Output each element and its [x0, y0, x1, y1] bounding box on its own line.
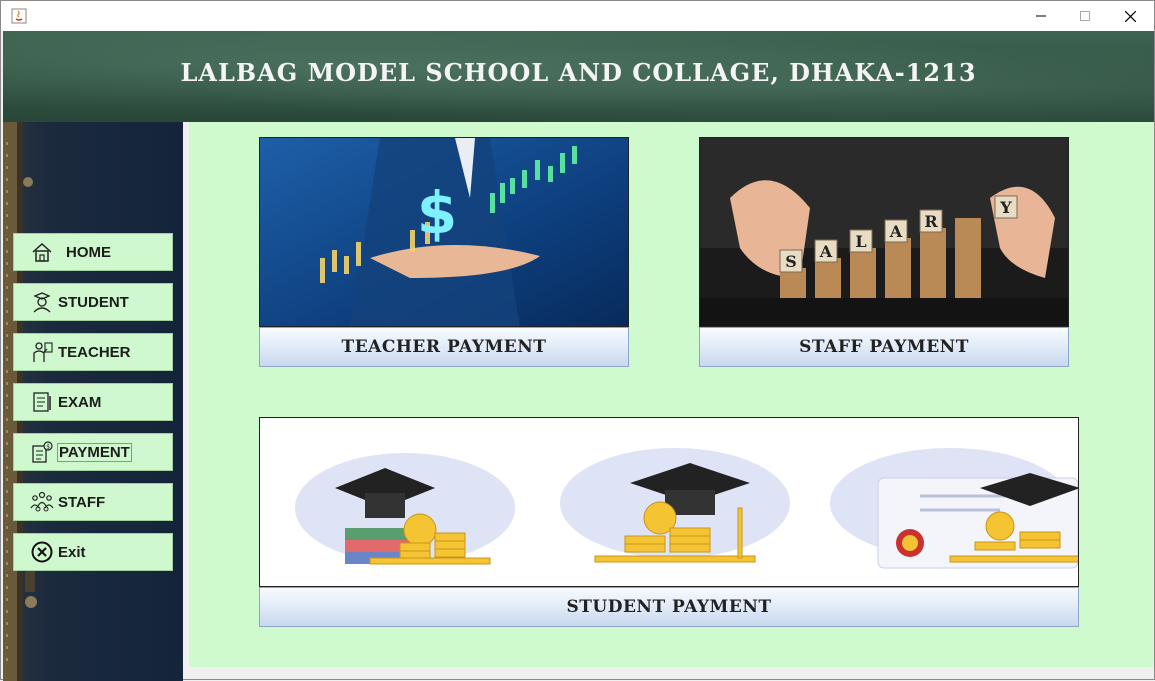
maximize-button[interactable] — [1062, 1, 1108, 31]
sidebar-item-staff[interactable]: STAFF — [13, 483, 173, 521]
close-icon — [1124, 10, 1136, 22]
sidebar-item-label: EXAM — [58, 393, 102, 411]
school-title: LALBAG MODEL SCHOOL AND COLLAGE, DHAKA-1… — [180, 58, 977, 87]
exam-icon — [30, 390, 54, 414]
app-window: LALBAG MODEL SCHOOL AND COLLAGE, DHAKA-1… — [0, 0, 1155, 681]
teacher-payment-button[interactable]: TEACHER PAYMENT — [259, 327, 629, 367]
exit-icon — [30, 540, 54, 564]
header-banner: LALBAG MODEL SCHOOL AND COLLAGE, DHAKA-1… — [3, 31, 1154, 122]
sidebar-item-label: PAYMENT — [57, 442, 132, 462]
salary-tile-letter: R — [924, 212, 938, 231]
salary-tile-letter: L — [855, 232, 866, 251]
sidebar-item-teacher[interactable]: TEACHER — [13, 333, 173, 371]
title-bar — [1, 1, 1154, 31]
payment-icon: $ — [30, 440, 54, 464]
sidebar-item-home[interactable]: HOME — [13, 233, 173, 271]
student-icon — [30, 290, 54, 314]
sidebar-item-exit[interactable]: Exit — [13, 533, 173, 571]
sidebar-item-student[interactable]: STUDENT — [13, 283, 173, 321]
sidebar-item-label: STAFF — [58, 493, 106, 511]
staff-payment-illustration: S A L A R Y — [700, 138, 1068, 326]
teacher-payment-image[interactable]: $ — [259, 137, 629, 327]
svg-text:$: $ — [46, 444, 50, 451]
sidebar: HOME STUDENT TEACHER EXAM $ PAYMENT STAF… — [3, 122, 183, 681]
minimize-button[interactable] — [1018, 1, 1064, 31]
sidebar-item-label: Exit — [58, 543, 86, 561]
student-payment-illustration — [260, 418, 1078, 586]
salary-tile-letter: A — [819, 242, 833, 261]
sidebar-item-payment[interactable]: $ PAYMENT — [13, 433, 173, 471]
student-payment-label: STUDENT PAYMENT — [566, 597, 772, 617]
teacher-payment-label: TEACHER PAYMENT — [341, 337, 547, 357]
close-button[interactable] — [1107, 1, 1153, 31]
sidebar-item-label: STUDENT — [58, 293, 129, 311]
java-app-icon — [11, 8, 27, 24]
sidebar-item-label: HOME — [66, 243, 111, 261]
salary-tile-letter: Y — [999, 198, 1012, 217]
svg-text:$: $ — [417, 179, 457, 247]
teacher-icon — [30, 340, 54, 364]
minimize-icon — [1036, 15, 1046, 17]
staff-payment-label: STAFF PAYMENT — [799, 337, 969, 357]
teacher-payment-illustration: $ — [260, 138, 628, 326]
salary-tile-letter: S — [785, 252, 797, 271]
maximize-icon — [1080, 11, 1090, 21]
home-icon — [30, 240, 54, 264]
student-payment-image[interactable] — [259, 417, 1079, 587]
sidebar-item-label: TEACHER — [58, 343, 131, 361]
staff-payment-image[interactable]: S A L A R Y — [699, 137, 1069, 327]
student-payment-button[interactable]: STUDENT PAYMENT — [259, 587, 1079, 627]
staff-icon — [30, 490, 54, 514]
sidebar-item-exam[interactable]: EXAM — [13, 383, 173, 421]
salary-tile-letter: A — [889, 222, 903, 241]
payment-content-panel: $ TEACHER PAYMENT S A L A R Y STAFF PAYM… — [189, 122, 1154, 667]
staff-payment-button[interactable]: STAFF PAYMENT — [699, 327, 1069, 367]
